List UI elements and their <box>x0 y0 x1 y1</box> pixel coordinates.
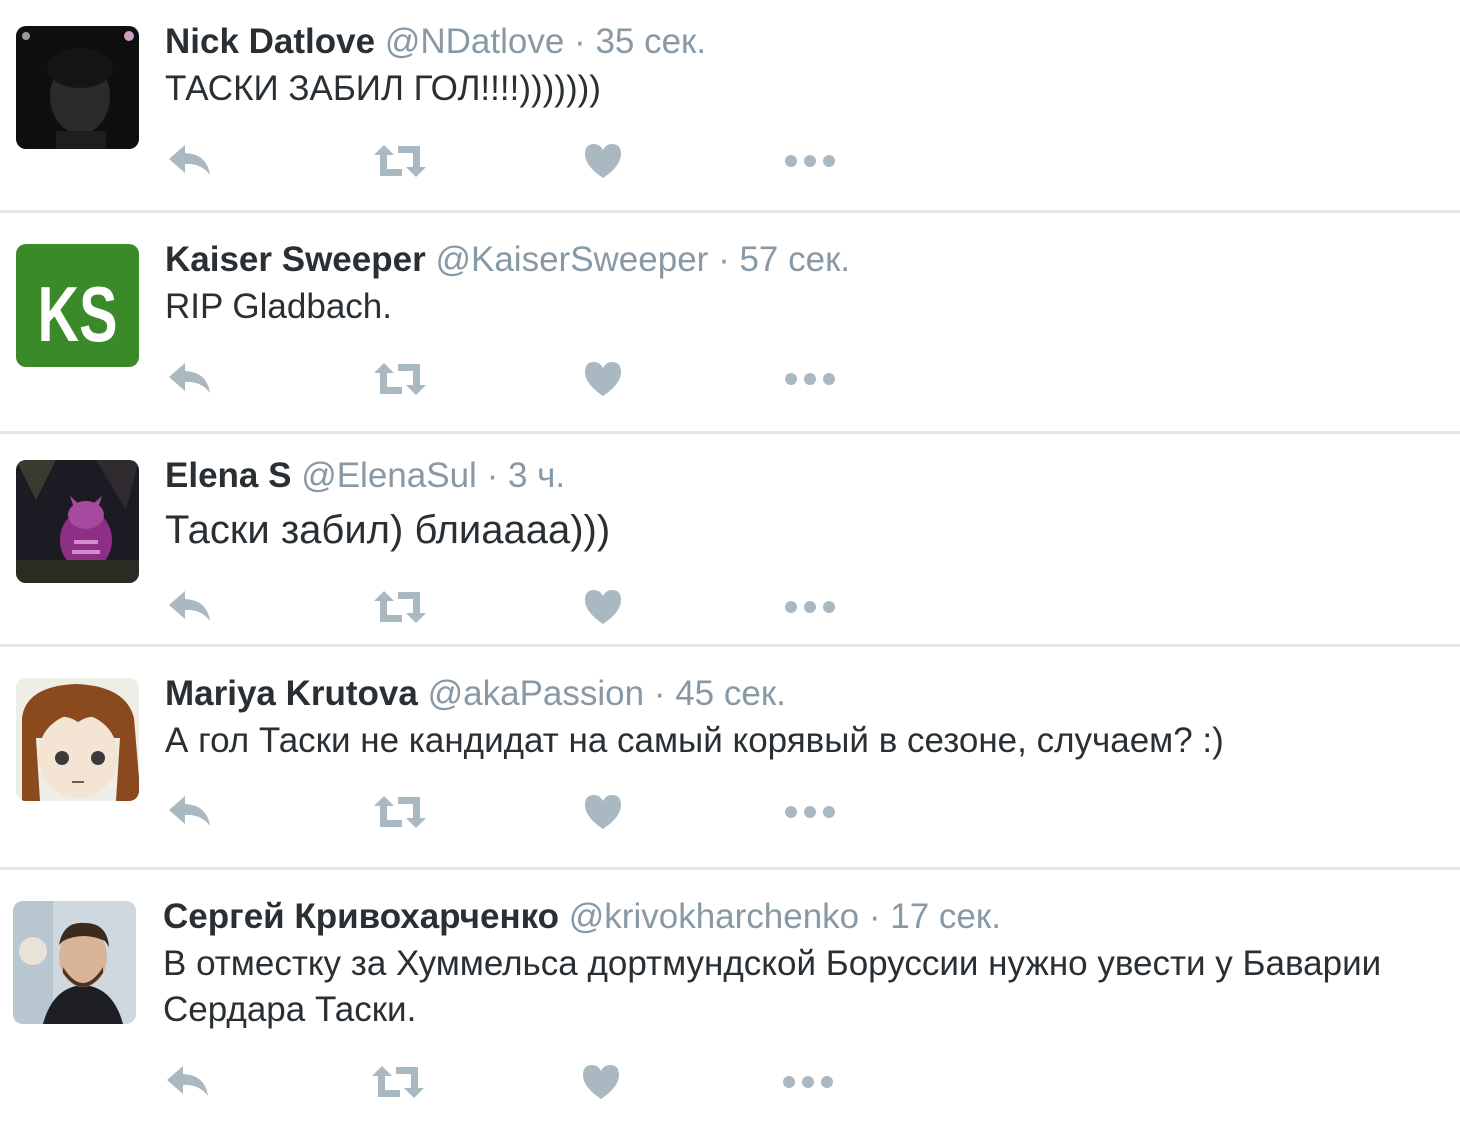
tweet-text: RIP Gladbach. <box>165 287 392 326</box>
meta-separator: · <box>718 240 730 279</box>
retweet-icon <box>372 143 428 179</box>
like-heart-icon <box>583 793 623 831</box>
avatar[interactable] <box>13 901 136 1024</box>
more-button[interactable] <box>780 787 840 837</box>
retweet-button[interactable] <box>368 1057 428 1107</box>
meta-separator: · <box>486 456 499 495</box>
retweet-button[interactable] <box>370 582 430 632</box>
like-heart-icon <box>583 360 623 398</box>
author-username[interactable]: @NDatlove <box>385 22 564 61</box>
tweet-text: ТАСКИ ЗАБИЛ ГОЛ!!!!))))))) <box>165 69 601 108</box>
author-fullname[interactable]: Сергей Кривохарченко <box>163 897 559 936</box>
tweet-text: А гол Таски не кандидат на самый корявый… <box>165 721 1224 760</box>
reply-button[interactable] <box>163 1057 213 1107</box>
like-heart-icon <box>581 1063 621 1101</box>
author-username[interactable]: @ElenaSul <box>301 456 477 495</box>
author-fullname[interactable]: Nick Datlove <box>165 22 375 61</box>
reply-button[interactable] <box>165 582 215 632</box>
like-button[interactable] <box>580 354 626 404</box>
meta-separator: · <box>574 22 586 61</box>
reply-icon <box>167 143 213 179</box>
meta-separator: · <box>653 674 666 713</box>
more-button[interactable] <box>780 582 840 632</box>
retweet-button[interactable] <box>370 354 430 404</box>
more-button[interactable] <box>778 1057 838 1107</box>
tweet-text: В отместку за Хуммельса дортмундской Бор… <box>163 944 1382 1029</box>
like-button[interactable] <box>580 136 626 186</box>
avatar[interactable] <box>16 26 139 149</box>
more-dots-icon <box>782 1075 834 1089</box>
reply-button[interactable] <box>165 354 215 404</box>
retweet-button[interactable] <box>370 136 430 186</box>
retweet-icon <box>372 589 428 625</box>
tweet-item[interactable]: Elena S @ElenaSul · 3 ч. Таски забил) бл… <box>0 434 1460 644</box>
reply-icon <box>167 794 213 830</box>
avatar[interactable] <box>16 678 139 801</box>
tweet-timestamp[interactable]: 35 сек. <box>595 22 706 61</box>
tweet-header: Elena S @ElenaSul · 3 ч. <box>165 456 565 496</box>
author-username[interactable]: @KaiserSweeper <box>435 240 708 279</box>
retweet-button[interactable] <box>370 787 430 837</box>
reply-icon <box>167 361 213 397</box>
author-username[interactable]: @akaPassion <box>428 674 644 713</box>
avatar[interactable]: KS <box>16 244 139 367</box>
more-dots-icon <box>784 805 836 819</box>
tweet-header: Mariya Krutova @akaPassion · 45 сек. <box>165 674 786 714</box>
more-dots-icon <box>784 372 836 386</box>
author-fullname[interactable]: Mariya Krutova <box>165 674 418 713</box>
reply-button[interactable] <box>165 787 215 837</box>
tweet-item[interactable]: Сергей Кривохарченко @krivokharchenko · … <box>0 870 1460 1126</box>
author-username[interactable]: @krivokharchenko <box>569 897 859 936</box>
meta-separator: · <box>868 897 881 936</box>
tweet-timestamp[interactable]: 17 сек. <box>890 897 1001 936</box>
avatar[interactable] <box>16 460 139 583</box>
retweet-icon <box>372 361 428 397</box>
reply-icon <box>165 1064 211 1100</box>
tweet-item[interactable]: Nick Datlove @NDatlove · 35 сек. ТАСКИ З… <box>0 0 1460 212</box>
like-heart-icon <box>583 142 623 180</box>
tweet-timestamp[interactable]: 45 сек. <box>675 674 786 713</box>
tweet-timeline: Nick Datlove @NDatlove · 35 сек. ТАСКИ З… <box>0 0 1460 1126</box>
more-dots-icon <box>784 154 836 168</box>
tweet-item[interactable]: KS Kaiser Sweeper @KaiserSweeper · 57 се… <box>0 213 1460 433</box>
author-fullname[interactable]: Elena S <box>165 456 291 495</box>
like-button[interactable] <box>580 582 626 632</box>
tweet-item[interactable]: Mariya Krutova @akaPassion · 45 сек. А г… <box>0 647 1460 867</box>
tweet-timestamp[interactable]: 57 сек. <box>739 240 850 279</box>
tweet-header: Nick Datlove @NDatlove · 35 сек. <box>165 22 706 62</box>
retweet-icon <box>372 794 428 830</box>
tweet-text: Таски забил) блиаааа))) <box>165 508 611 552</box>
reply-icon <box>167 589 213 625</box>
reply-button[interactable] <box>165 136 215 186</box>
more-button[interactable] <box>780 354 840 404</box>
like-button[interactable] <box>578 1057 624 1107</box>
tweet-header: Kaiser Sweeper @KaiserSweeper · 57 сек. <box>165 240 850 280</box>
author-fullname[interactable]: Kaiser Sweeper <box>165 240 426 279</box>
tweet-timestamp[interactable]: 3 ч. <box>508 456 565 495</box>
like-button[interactable] <box>580 787 626 837</box>
more-dots-icon <box>784 600 836 614</box>
avatar-initials: KS <box>38 270 118 358</box>
tweet-header: Сергей Кривохарченко @krivokharchenko · … <box>163 897 1001 937</box>
more-button[interactable] <box>780 136 840 186</box>
like-heart-icon <box>583 588 623 626</box>
retweet-icon <box>370 1064 426 1100</box>
